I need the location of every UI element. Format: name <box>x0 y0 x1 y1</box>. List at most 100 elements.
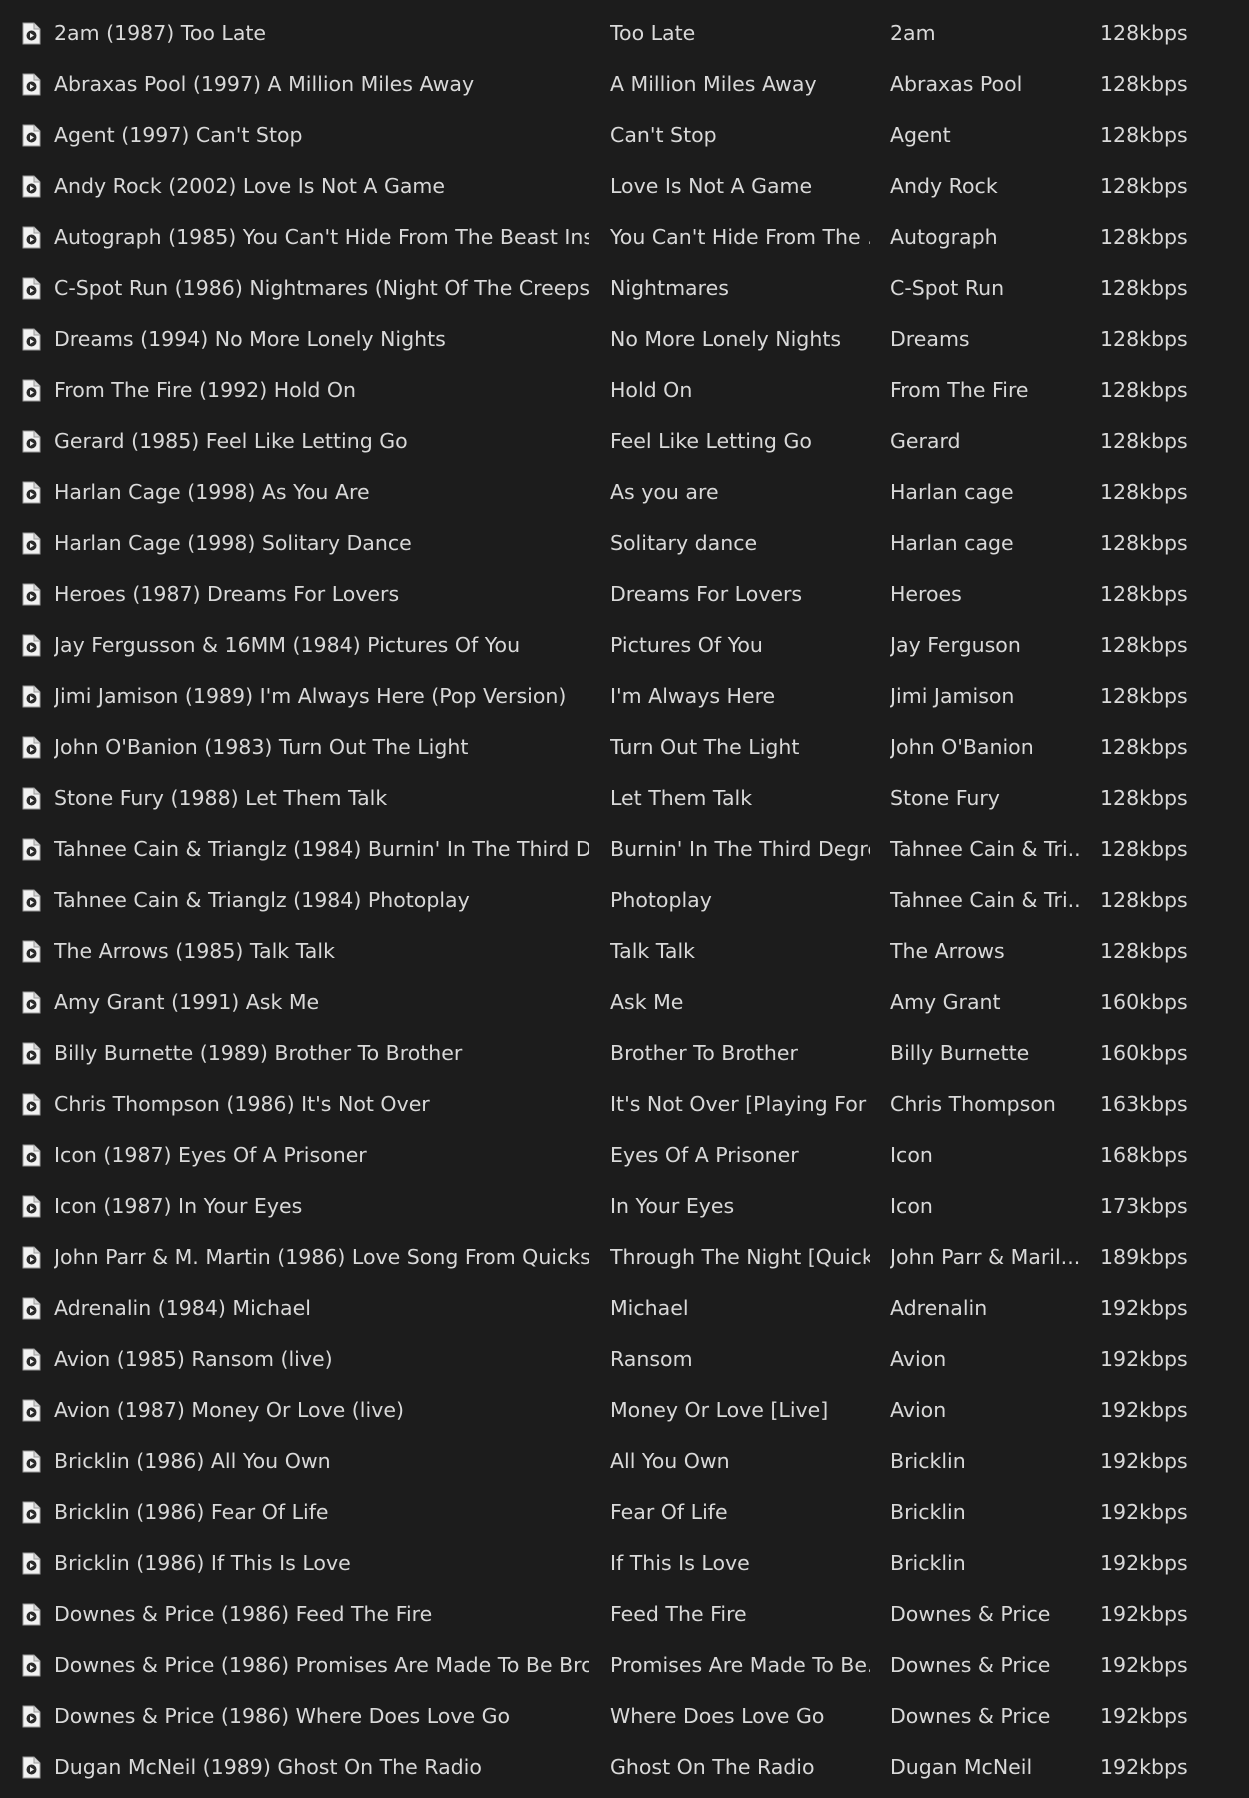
bit-rate: 128kbps <box>1100 633 1188 657</box>
audio-file-icon <box>22 175 41 198</box>
track-artist: Dreams <box>890 327 970 351</box>
file-name: 2am (1987) Too Late <box>54 21 267 45</box>
file-row[interactable]: Harlan Cage (1998) Solitary Dance Solitar… <box>0 518 1249 569</box>
track-title: Turn Out The Light <box>610 735 800 759</box>
bit-rate: 168kbps <box>1100 1143 1188 1167</box>
bit-rate: 128kbps <box>1100 480 1188 504</box>
audio-file-icon <box>22 1705 41 1728</box>
file-name: Downes & Price (1986) Promises Are Made … <box>54 1653 589 1677</box>
track-title: Money Or Love [Live] <box>610 1398 829 1422</box>
track-artist: From The Fire <box>890 378 1029 402</box>
file-row[interactable]: John Parr & M. Martin (1986) Love Song F… <box>0 1232 1249 1283</box>
track-title: Burnin' In The Third Degree <box>610 837 870 861</box>
bit-rate: 128kbps <box>1100 837 1188 861</box>
bit-rate: 128kbps <box>1100 531 1188 555</box>
file-row[interactable]: Harlan Cage (1998) As You Are As you are H… <box>0 467 1249 518</box>
file-row[interactable]: Avion (1987) Money Or Love (live) Money O… <box>0 1385 1249 1436</box>
bit-rate: 128kbps <box>1100 174 1188 198</box>
file-row[interactable]: Adrenalin (1984) Michael Michael Adrenalin… <box>0 1283 1249 1334</box>
file-row[interactable]: Bricklin (1986) All You Own All You Own Br… <box>0 1436 1249 1487</box>
audio-file-icon <box>22 1552 41 1575</box>
track-artist: Harlan cage <box>890 480 1014 504</box>
track-title: Solitary dance <box>610 531 758 555</box>
file-row[interactable]: Downes & Price (1986) Feed The Fire Feed … <box>0 1589 1249 1640</box>
track-artist: Harlan cage <box>890 531 1014 555</box>
track-artist: Autograph <box>890 225 998 249</box>
track-title: Let Them Talk <box>610 786 753 810</box>
file-name: Stone Fury (1988) Let Them Talk <box>54 786 388 810</box>
file-row[interactable]: Jimi Jamison (1989) I'm Always Here (Pop… <box>0 671 1249 722</box>
file-name: Tahnee Cain & Trianglz (1984) Photoplay <box>54 888 470 912</box>
bit-rate: 128kbps <box>1100 123 1188 147</box>
file-row[interactable]: 2am (1987) Too Late Too Late 2am 128kbps <box>0 8 1249 59</box>
file-name: Avion (1985) Ransom (live) <box>54 1347 333 1371</box>
file-name: John O'Banion (1983) Turn Out The Light <box>54 735 469 759</box>
file-row[interactable]: Dugan McNeil (1989) Ghost On The Radio Gh… <box>0 1742 1249 1793</box>
track-title: Ghost On The Radio <box>610 1755 815 1779</box>
track-title: Too Late <box>610 21 696 45</box>
file-name: Billy Burnette (1989) Brother To Brother <box>54 1041 463 1065</box>
file-row[interactable]: Autograph (1985) You Can't Hide From The… <box>0 212 1249 263</box>
bit-rate: 189kbps <box>1100 1245 1188 1269</box>
audio-file-icon <box>22 1450 41 1473</box>
file-row[interactable]: Bricklin (1986) If This Is Love If This I… <box>0 1538 1249 1589</box>
file-row[interactable]: Gerard (1985) Feel Like Letting Go Feel L… <box>0 416 1249 467</box>
file-row[interactable]: Icon (1987) In Your Eyes In Your Eyes Icon… <box>0 1181 1249 1232</box>
file-row[interactable]: Jay Fergusson & 16MM (1984) Pictures Of … <box>0 620 1249 671</box>
track-title: I'm Always Here <box>610 684 776 708</box>
track-title: Through The Night [Quick... <box>610 1245 870 1269</box>
file-row[interactable]: Chris Thompson (1986) It's Not Over It's … <box>0 1079 1249 1130</box>
bit-rate: 128kbps <box>1100 21 1188 45</box>
file-row[interactable]: Stone Fury (1988) Let Them Talk Let Them … <box>0 773 1249 824</box>
file-row[interactable]: C-Spot Run (1986) Nightmares (Night Of T… <box>0 263 1249 314</box>
file-row[interactable]: Tahnee Cain & Trianglz (1984) Burnin' In… <box>0 824 1249 875</box>
file-row[interactable]: Tahnee Cain & Trianglz (1984) Photoplay P… <box>0 875 1249 926</box>
bit-rate: 128kbps <box>1100 684 1188 708</box>
file-name: Bricklin (1986) If This Is Love <box>54 1551 351 1575</box>
file-name: Bricklin (1986) Fear Of Life <box>54 1500 329 1524</box>
bit-rate: 160kbps <box>1100 990 1188 1014</box>
file-row[interactable]: Downes & Price (1986) Promises Are Made … <box>0 1640 1249 1691</box>
file-row[interactable]: Andy Rock (2002) Love Is Not A Game Love … <box>0 161 1249 212</box>
track-artist: Icon <box>890 1143 933 1167</box>
audio-file-icon <box>22 583 41 606</box>
file-name: Harlan Cage (1998) Solitary Dance <box>54 531 412 555</box>
file-name: Tahnee Cain & Trianglz (1984) Burnin' In… <box>54 837 589 861</box>
audio-file-icon <box>22 1297 41 1320</box>
track-title: If This Is Love <box>610 1551 750 1575</box>
track-title: Eyes Of A Prisoner <box>610 1143 799 1167</box>
file-name: Abraxas Pool (1997) A Million Miles Away <box>54 72 475 96</box>
file-row[interactable]: Agent (1997) Can't Stop Can't Stop Agent 12… <box>0 110 1249 161</box>
track-artist: Icon <box>890 1194 933 1218</box>
bit-rate: 128kbps <box>1100 735 1188 759</box>
bit-rate: 163kbps <box>1100 1092 1188 1116</box>
file-name: Bricklin (1986) All You Own <box>54 1449 331 1473</box>
file-row[interactable]: Amy Grant (1991) Ask Me Ask Me Amy Grant 16… <box>0 977 1249 1028</box>
file-row[interactable]: Icon (1987) Eyes Of A Prisoner Eyes Of A … <box>0 1130 1249 1181</box>
file-row[interactable]: Billy Burnette (1989) Brother To Brother… <box>0 1028 1249 1079</box>
track-title: Dreams For Lovers <box>610 582 803 606</box>
track-title: You Can't Hide From The ... <box>610 225 870 249</box>
file-row[interactable]: John O'Banion (1983) Turn Out The Light T… <box>0 722 1249 773</box>
file-row[interactable]: Dreams (1994) No More Lonely Nights No Mo… <box>0 314 1249 365</box>
file-row[interactable]: Abraxas Pool (1997) A Million Miles Away… <box>0 59 1249 110</box>
bit-rate: 128kbps <box>1100 888 1188 912</box>
bit-rate: 128kbps <box>1100 378 1188 402</box>
file-row[interactable]: The Arrows (1985) Talk Talk Talk Talk The … <box>0 926 1249 977</box>
bit-rate: 128kbps <box>1100 327 1188 351</box>
file-row[interactable]: Heroes (1987) Dreams For Lovers Dreams Fo… <box>0 569 1249 620</box>
track-title: Brother To Brother <box>610 1041 798 1065</box>
file-row[interactable]: Bricklin (1986) Fear Of Life Fear Of Life… <box>0 1487 1249 1538</box>
file-row[interactable]: Avion (1985) Ransom (live) Ransom Avion 192… <box>0 1334 1249 1385</box>
file-name: The Arrows (1985) Talk Talk <box>54 939 335 963</box>
track-artist: Jimi Jamison <box>890 684 1015 708</box>
file-row[interactable]: Downes & Price (1986) Where Does Love Go… <box>0 1691 1249 1742</box>
audio-file-icon <box>22 1399 41 1422</box>
audio-file-icon <box>22 991 41 1014</box>
track-title: No More Lonely Nights <box>610 327 842 351</box>
audio-file-icon <box>22 1246 41 1269</box>
audio-file-icon <box>22 1195 41 1218</box>
file-row[interactable]: From The Fire (1992) Hold On Hold On From … <box>0 365 1249 416</box>
file-name: Autograph (1985) You Can't Hide From The… <box>54 225 589 249</box>
audio-file-icon <box>22 73 41 96</box>
